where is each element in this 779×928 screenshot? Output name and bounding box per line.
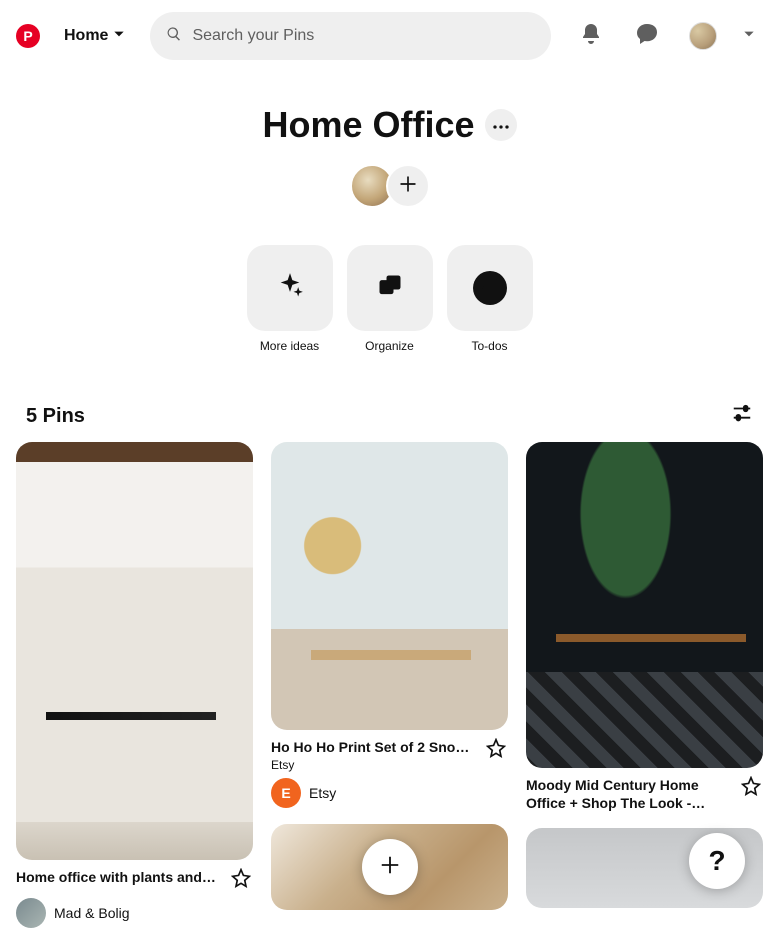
board-more-button[interactable]: [485, 109, 517, 141]
add-collaborator-button[interactable]: [386, 164, 430, 208]
source-avatar: [16, 898, 46, 928]
plus-icon: [379, 851, 401, 883]
profile-button[interactable]: [679, 12, 727, 60]
home-button[interactable]: Home: [56, 15, 134, 58]
pin-card[interactable]: Ho Ho Ho Print Set of 2 Sno… Etsy E Etsy: [271, 442, 508, 808]
notifications-button[interactable]: [567, 12, 615, 60]
check-circle-icon: [473, 271, 507, 305]
pin-source[interactable]: E Etsy: [271, 778, 508, 808]
board-title: Home Office: [262, 104, 474, 146]
todos-button[interactable]: To-dos: [447, 245, 533, 353]
grid-column: Home office with plants and… Mad & Bolig: [16, 442, 253, 928]
source-name: Etsy: [309, 785, 336, 801]
tune-icon: [731, 412, 753, 429]
top-header: P Home Search your Pins: [0, 0, 779, 72]
pin-image: [526, 442, 763, 768]
help-icon: ?: [708, 845, 725, 877]
favorite-button[interactable]: [739, 776, 763, 800]
star-icon: [486, 738, 506, 763]
chevron-down-icon: [112, 27, 126, 46]
star-icon: [231, 868, 251, 893]
pin-image: [271, 442, 508, 730]
create-pin-button[interactable]: [362, 839, 418, 895]
source-avatar: E: [271, 778, 301, 808]
todos-label: To-dos: [471, 339, 507, 353]
pin-subtitle: Etsy: [271, 758, 476, 772]
collaborators-row: [350, 164, 430, 208]
search-placeholder: Search your Pins: [192, 27, 314, 45]
board-actions: More ideas Organize To-dos: [0, 245, 779, 353]
pin-title: Ho Ho Ho Print Set of 2 Sno…: [271, 738, 476, 756]
more-ideas-label: More ideas: [260, 339, 319, 353]
plus-icon: [398, 174, 418, 199]
star-icon: [741, 776, 761, 801]
home-label: Home: [64, 27, 108, 45]
search-input[interactable]: Search your Pins: [150, 12, 551, 60]
organize-icon: [376, 272, 404, 305]
messages-button[interactable]: [623, 12, 671, 60]
source-name: Mad & Bolig: [54, 905, 129, 921]
pinterest-logo[interactable]: P: [16, 24, 40, 48]
chevron-down-icon: [742, 27, 756, 46]
more-ideas-button[interactable]: More ideas: [247, 245, 333, 353]
search-icon: [166, 26, 182, 47]
favorite-button[interactable]: [484, 738, 508, 762]
chat-icon: [635, 22, 659, 51]
board-header: Home Office More ideas: [0, 104, 779, 353]
filter-button[interactable]: [731, 403, 753, 430]
ellipsis-icon: [493, 116, 509, 134]
sparkle-icon: [276, 272, 304, 305]
help-button[interactable]: ?: [689, 833, 745, 889]
pin-count-row: 5 Pins: [0, 403, 779, 430]
avatar: [689, 22, 717, 50]
pin-image: [16, 442, 253, 860]
account-menu-button[interactable]: [735, 27, 763, 46]
pin-card[interactable]: Moody Mid Century Home Office + Shop The…: [526, 442, 763, 812]
pin-title: Moody Mid Century Home Office + Shop The…: [526, 776, 731, 812]
organize-label: Organize: [365, 339, 414, 353]
pin-count: 5 Pins: [26, 405, 85, 428]
bell-icon: [579, 22, 603, 51]
favorite-button[interactable]: [229, 868, 253, 892]
pin-title: Home office with plants and…: [16, 868, 221, 886]
pin-card[interactable]: Home office with plants and… Mad & Bolig: [16, 442, 253, 928]
pin-source[interactable]: Mad & Bolig: [16, 898, 253, 928]
organize-button[interactable]: Organize: [347, 245, 433, 353]
